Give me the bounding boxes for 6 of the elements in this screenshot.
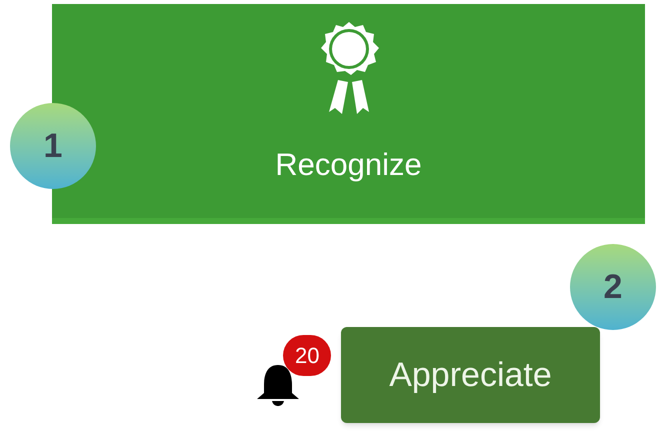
notification-count-badge: 20 — [283, 335, 332, 376]
callout-marker: 1 — [10, 103, 96, 189]
bell-icon[interactable] — [255, 363, 301, 407]
appreciate-button[interactable]: Appreciate — [341, 327, 600, 423]
callout-marker: 2 — [570, 244, 656, 330]
recognize-label: Recognize — [275, 146, 422, 184]
